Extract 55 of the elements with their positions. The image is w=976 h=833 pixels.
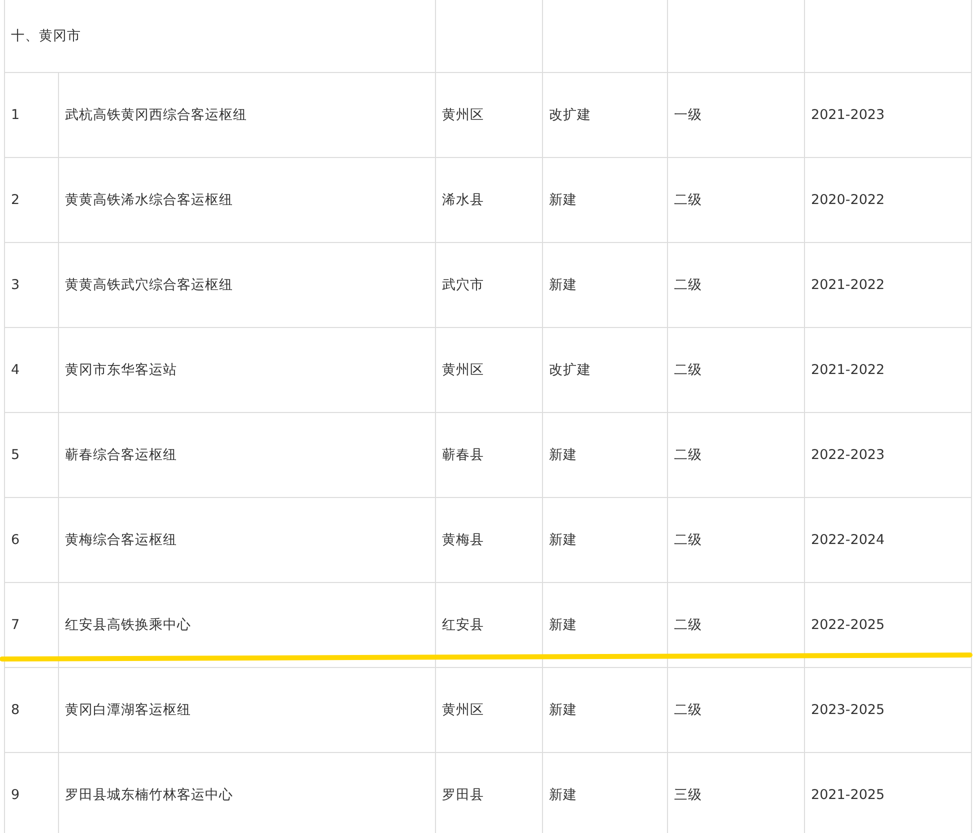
period-years: 2023-2025 (811, 702, 885, 718)
grade-level: 二级 (674, 531, 702, 549)
construction-type: 新建 (549, 701, 577, 719)
district-name: 黄州区 (442, 361, 484, 379)
grade-level: 三级 (674, 786, 702, 804)
district-name: 浠水县 (442, 191, 484, 209)
district-name: 黄州区 (442, 106, 484, 124)
period-years: 2021-2025 (811, 787, 885, 803)
hub-name: 蕲春综合客运枢纽 (65, 446, 177, 464)
hub-name: 黄冈白潭湖客运枢纽 (65, 701, 191, 719)
district-name: 红安县 (442, 616, 484, 634)
construction-type: 改扩建 (549, 361, 591, 379)
construction-type: 新建 (549, 616, 577, 634)
district-name: 黄梅县 (442, 531, 484, 549)
row-number: 5 (11, 447, 20, 463)
hub-name: 武杭高铁黄冈西综合客运枢纽 (65, 106, 247, 124)
row-number: 6 (11, 532, 20, 548)
hub-name: 黄黄高铁武穴综合客运枢纽 (65, 276, 233, 294)
row-number: 2 (11, 192, 20, 208)
hub-name: 黄梅综合客运枢纽 (65, 531, 177, 549)
period-years: 2022-2023 (811, 447, 885, 463)
grade-level: 二级 (674, 446, 702, 464)
row-number: 9 (11, 787, 20, 803)
period-years: 2021-2022 (811, 362, 885, 378)
period-years: 2020-2022 (811, 192, 885, 208)
row-number: 1 (11, 107, 20, 123)
construction-type: 改扩建 (549, 106, 591, 124)
construction-type: 新建 (549, 276, 577, 294)
grade-level: 二级 (674, 616, 702, 634)
construction-type: 新建 (549, 531, 577, 549)
grade-level: 二级 (674, 701, 702, 719)
hub-name: 黄冈市东华客运站 (65, 361, 177, 379)
district-name: 黄州区 (442, 701, 484, 719)
section-title: 十、黄冈市 (11, 27, 81, 45)
hub-name: 黄黄高铁浠水综合客运枢纽 (65, 191, 233, 209)
period-years: 2022-2024 (811, 532, 885, 548)
construction-type: 新建 (549, 446, 577, 464)
period-years: 2021-2022 (811, 277, 885, 293)
period-years: 2021-2023 (811, 107, 885, 123)
construction-type: 新建 (549, 191, 577, 209)
hub-name: 罗田县城东楠竹林客运中心 (65, 786, 233, 804)
period-years: 2022-2025 (811, 617, 885, 633)
grade-level: 二级 (674, 276, 702, 294)
grade-level: 二级 (674, 361, 702, 379)
grade-level: 一级 (674, 106, 702, 124)
row-number: 4 (11, 362, 20, 378)
hub-name: 红安县高铁换乘中心 (65, 616, 191, 634)
construction-type: 新建 (549, 786, 577, 804)
district-name: 蕲春县 (442, 446, 484, 464)
row-number: 3 (11, 277, 20, 293)
grade-level: 二级 (674, 191, 702, 209)
district-name: 罗田县 (442, 786, 484, 804)
district-name: 武穴市 (442, 276, 484, 294)
row-number: 8 (11, 702, 20, 718)
row-number: 7 (11, 617, 20, 633)
